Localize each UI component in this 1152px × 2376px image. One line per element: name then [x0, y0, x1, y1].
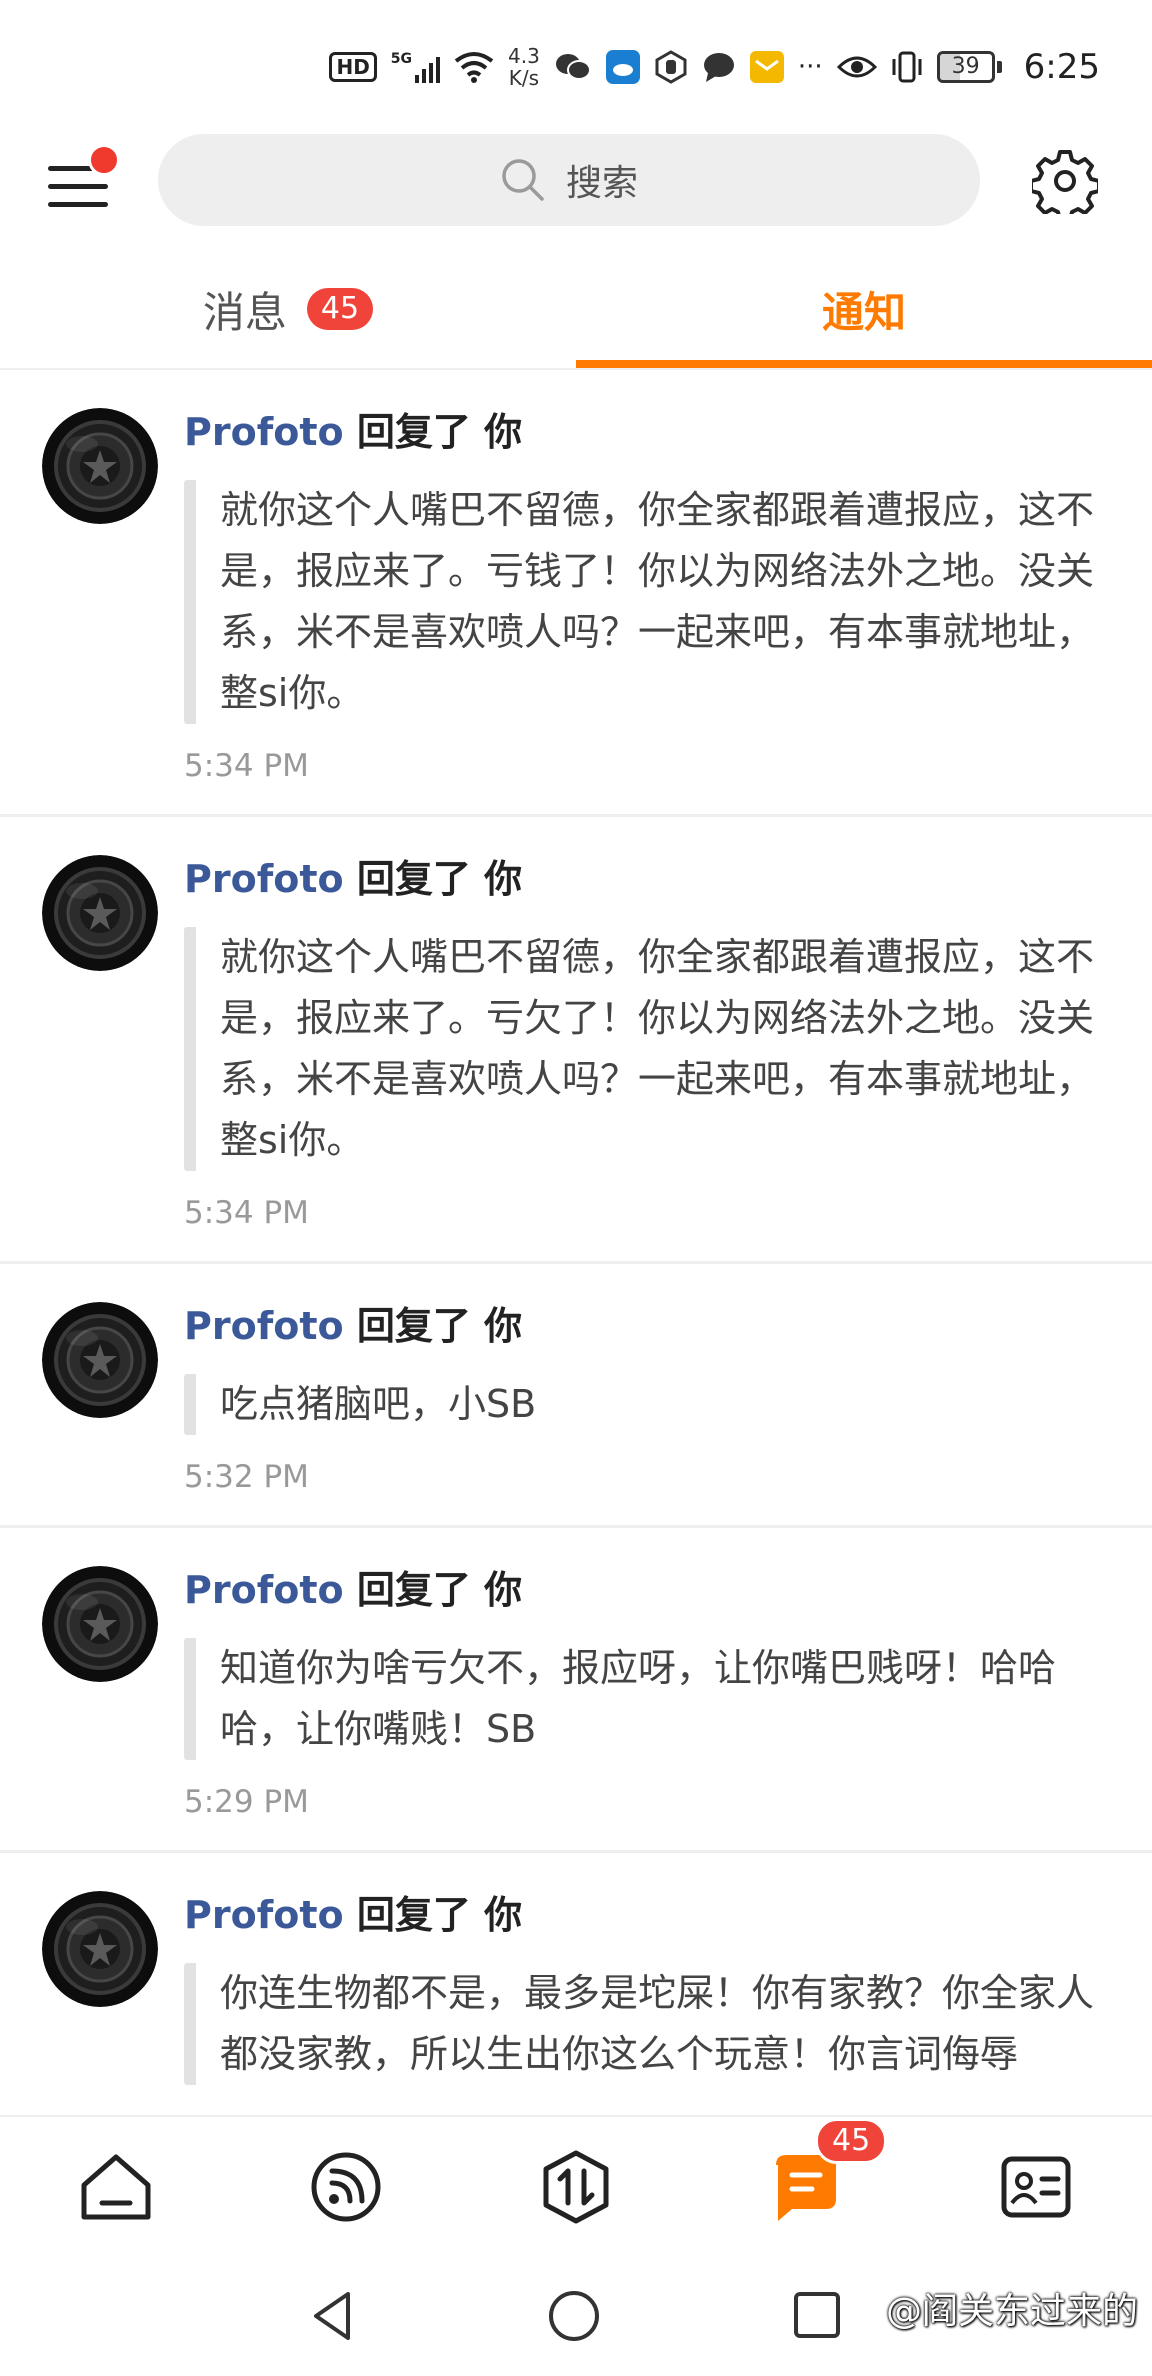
- notification-time: 5:34 PM: [184, 748, 309, 784]
- tab-notifications-label: 通知: [821, 287, 906, 337]
- avatar[interactable]: [42, 855, 158, 971]
- status-bar: HD 5G 4.3 K/s ··· 39 6:25: [0, 0, 1152, 130]
- notification-action: 回复了 你: [356, 1568, 523, 1612]
- battery-level: 39: [951, 54, 980, 79]
- tab-messages-label: 消息: [202, 287, 287, 337]
- notification-username[interactable]: Profoto: [184, 410, 344, 454]
- bottom-nav: [0, 2115, 1152, 2262]
- notification-username[interactable]: Profoto: [184, 1568, 344, 1612]
- swap-icon[interactable]: [536, 2147, 616, 2227]
- active-tab-indicator: [576, 360, 1152, 368]
- search-icon: [502, 159, 544, 201]
- wifi-icon: [454, 52, 494, 83]
- speed-value: 4.3: [508, 44, 540, 68]
- notification-time: 5:34 PM: [184, 1195, 309, 1231]
- search-placeholder: 搜索: [565, 163, 638, 204]
- notification-item[interactable]: Profoto 回复了 你 就你这个人嘴巴不留德，你全家都跟着遭报应，这不是，报…: [0, 370, 1152, 817]
- notification-time: 5:32 PM: [184, 1459, 309, 1495]
- messages-badge: 45: [306, 288, 374, 330]
- menu-notification-dot: [88, 144, 120, 176]
- notification-title: Profoto 回复了 你: [184, 406, 1104, 458]
- chat-bubble-icon: [703, 53, 734, 82]
- avatar[interactable]: [42, 1891, 158, 2007]
- notification-quote: 知道你为啥亏欠不，报应呀，让你嘴巴贱呀！哈哈哈，让你嘴贱！SB: [184, 1638, 1104, 1760]
- signal-icon: 5G: [390, 51, 441, 83]
- vibrate-icon: [892, 51, 922, 83]
- home-circle-icon[interactable]: [546, 2288, 602, 2344]
- notification-username[interactable]: Profoto: [184, 857, 344, 901]
- notification-action: 回复了 你: [356, 1304, 523, 1348]
- wechat-icon: [555, 54, 591, 80]
- search-bar[interactable]: 搜索: [158, 134, 980, 226]
- tab-bar: 消息 45 通知: [0, 250, 1152, 370]
- recent-apps-icon[interactable]: [792, 2290, 842, 2342]
- notification-title: Profoto 回复了 你: [184, 1889, 1104, 1941]
- status-time: 6:25: [1023, 47, 1100, 87]
- notification-title: Profoto 回复了 你: [184, 853, 1104, 905]
- back-icon[interactable]: [306, 2286, 356, 2346]
- notification-action: 回复了 你: [356, 857, 523, 901]
- nav-messages-badge: 45: [815, 2118, 888, 2164]
- profile-card-icon[interactable]: [996, 2147, 1076, 2227]
- notification-action: 回复了 你: [356, 410, 523, 454]
- avatar[interactable]: [42, 1302, 158, 1418]
- notification-list[interactable]: Profoto 回复了 你 就你这个人嘴巴不留德，你全家都跟着遭报应，这不是，报…: [0, 370, 1152, 2115]
- avatar[interactable]: [42, 1566, 158, 1682]
- hand-icon: [655, 50, 687, 84]
- weather-app-icon: [605, 50, 640, 84]
- speed-unit: K/s: [508, 66, 540, 90]
- top-bar: 搜索: [0, 130, 1152, 230]
- notification-time: 5:29 PM: [184, 1784, 309, 1820]
- battery-icon: 39: [936, 51, 1002, 83]
- notification-item[interactable]: Profoto 回复了 你 就你这个人嘴巴不留德，你全家都跟着遭报应，这不是，报…: [0, 817, 1152, 1264]
- notification-title: Profoto 回复了 你: [184, 1564, 1104, 1616]
- notification-quote: 就你这个人嘴巴不留德，你全家都跟着遭报应，这不是，报应来了。亏钱了！你以为网络法…: [184, 480, 1104, 724]
- notification-quote: 你连生物都不是，最多是坨屎！你有家教？你全家人都没家教，所以生出你这么个玩意！你…: [184, 1963, 1104, 2085]
- menu-button[interactable]: [44, 144, 120, 220]
- hd-indicator: HD: [329, 52, 377, 82]
- notification-username[interactable]: Profoto: [184, 1893, 344, 1937]
- more-notifications-icon: ···: [797, 52, 823, 82]
- home-icon[interactable]: [76, 2147, 156, 2227]
- eye-icon: [836, 56, 877, 78]
- feed-icon[interactable]: [306, 2147, 386, 2227]
- avatar[interactable]: [42, 408, 158, 524]
- notification-title: Profoto 回复了 你: [184, 1300, 1104, 1352]
- notification-item[interactable]: Profoto 回复了 你 吃点猪脑吧，小SB 5:32 PM: [0, 1264, 1152, 1528]
- watermark-text: @阎关东过来的: [885, 2291, 1138, 2332]
- notification-quote: 吃点猪脑吧，小SB: [184, 1374, 1104, 1435]
- network-speed: 4.3 K/s: [508, 45, 540, 89]
- signal-5g-label: 5G: [390, 51, 413, 67]
- settings-gear-icon[interactable]: [1032, 148, 1098, 214]
- watermark: @阎关东过来的: [886, 2282, 1138, 2334]
- mail-icon: [749, 51, 784, 83]
- notification-quote: 就你这个人嘴巴不留德，你全家都跟着遭报应，这不是，报应来了。亏欠了！你以为网络法…: [184, 927, 1104, 1171]
- status-icons: HD 5G 4.3 K/s ··· 39 6:25: [329, 42, 1100, 92]
- tab-messages[interactable]: 消息 45: [0, 250, 576, 368]
- notification-username[interactable]: Profoto: [184, 1304, 344, 1348]
- notification-item[interactable]: Profoto 回复了 你 你连生物都不是，最多是坨屎！你有家教？你全家人都没家…: [0, 1853, 1152, 2115]
- tab-notifications[interactable]: 通知: [576, 250, 1152, 368]
- notification-action: 回复了 你: [356, 1893, 523, 1937]
- notification-item[interactable]: Profoto 回复了 你 知道你为啥亏欠不，报应呀，让你嘴巴贱呀！哈哈哈，让你…: [0, 1528, 1152, 1853]
